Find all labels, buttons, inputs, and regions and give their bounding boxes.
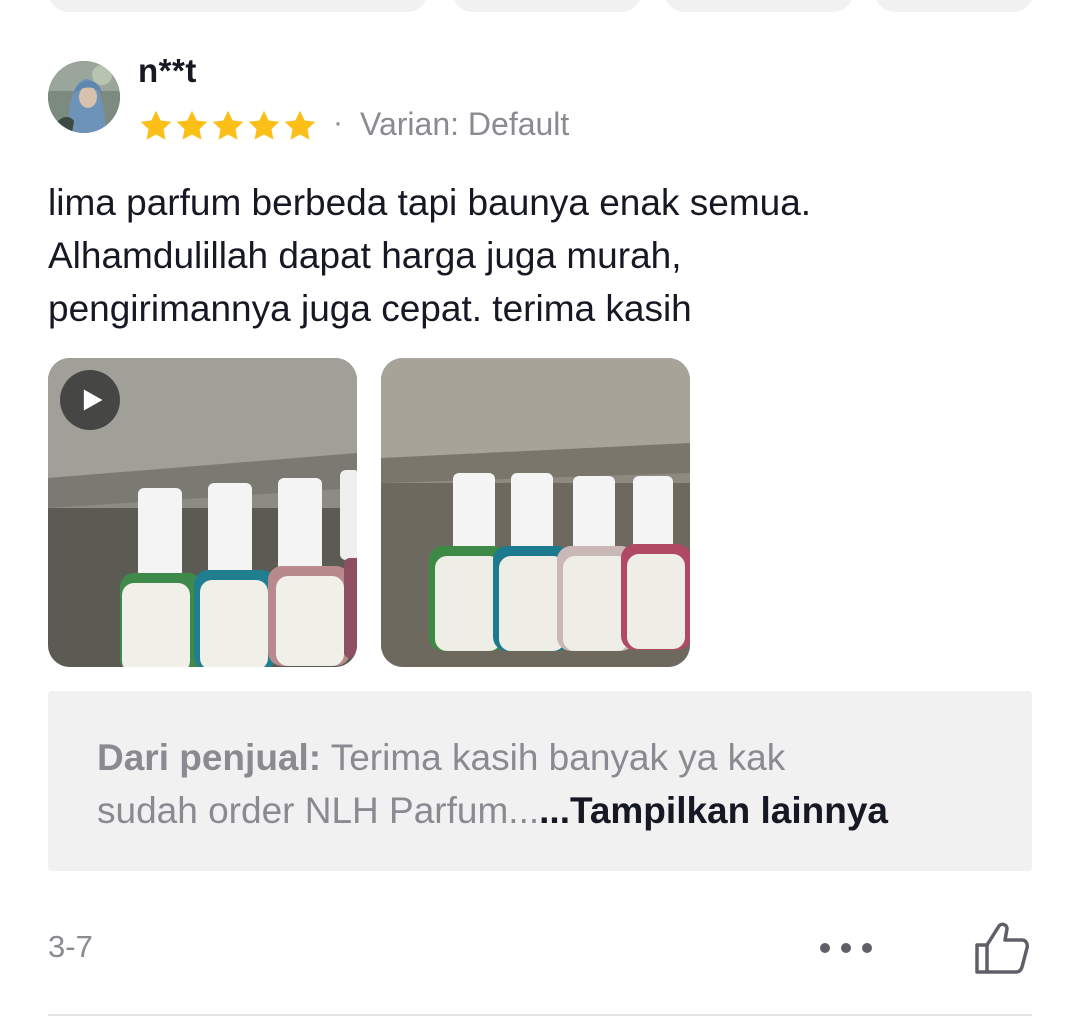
star-rating <box>138 108 318 146</box>
review-text-line: lima parfum berbeda tapi baunya enak sem… <box>48 182 812 223</box>
star-icon <box>212 110 244 140</box>
review-photo-thumbnail[interactable] <box>381 358 690 667</box>
filter-chip[interactable] <box>48 0 428 12</box>
filter-chips <box>0 0 1080 12</box>
thumbs-up-icon <box>975 922 1029 974</box>
filter-chip[interactable] <box>452 0 642 12</box>
show-more-link[interactable]: ...Tampilkan lainnya <box>539 790 888 831</box>
star-icon <box>140 110 172 140</box>
play-button[interactable] <box>60 370 120 430</box>
filter-chip[interactable] <box>664 0 854 12</box>
username[interactable]: n**t <box>138 52 197 90</box>
review-text-line: pengirimannya juga cepat. terima kasih <box>48 288 692 329</box>
play-icon <box>83 389 103 411</box>
variant-label: Varian: Default <box>360 106 570 142</box>
divider <box>48 1014 1032 1016</box>
seller-reply-text: Dari penjual: Terima kasih banyak ya kak… <box>97 731 997 837</box>
seller-reply-line: Terima kasih banyak ya kak <box>321 737 786 778</box>
like-button[interactable] <box>972 918 1032 978</box>
star-icon <box>248 110 280 140</box>
review-video-thumbnail[interactable] <box>48 358 357 667</box>
seller-reply-label: Dari penjual: <box>97 737 322 778</box>
separator-dot: · <box>333 106 343 139</box>
seller-reply: Dari penjual: Terima kasih banyak ya kak… <box>48 691 1032 871</box>
more-horizontal-icon[interactable] <box>820 934 876 962</box>
review-date: 3-7 <box>48 929 93 964</box>
avatar[interactable] <box>48 61 120 133</box>
star-icon <box>284 110 316 140</box>
review-text: lima parfum berbeda tapi baunya enak sem… <box>48 176 1038 335</box>
filter-chip[interactable] <box>874 0 1034 12</box>
review-text-line: Alhamdulillah dapat harga juga murah, <box>48 235 682 276</box>
seller-reply-line: sudah order NLH Parfum... <box>97 790 540 831</box>
star-icon <box>176 110 208 140</box>
